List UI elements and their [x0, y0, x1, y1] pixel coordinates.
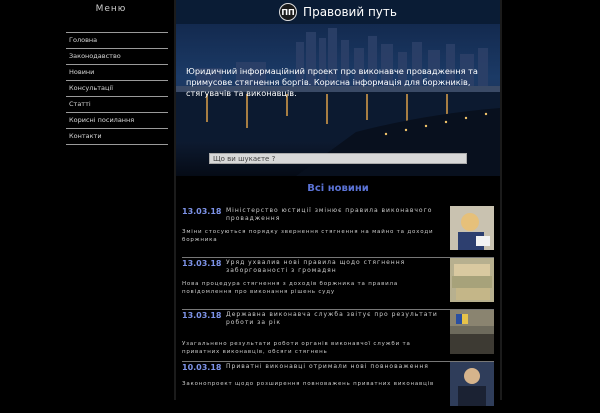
news-summary: Законопроект щодо розширення повноважень… [182, 381, 435, 387]
main-column: ПП Правовий путь Юридичний інформаційний… [174, 0, 502, 406]
news-summary: Зміни стосуються порядку звернення стягн… [182, 229, 434, 243]
sidebar-item-consultations[interactable]: Консультації [66, 81, 168, 97]
news-date: 13.03.18 [182, 207, 222, 216]
news-headline[interactable]: Міністерство юстиції змінює правила вико… [226, 207, 442, 223]
sidebar-item-news[interactable]: Новини [66, 65, 168, 81]
news-headline[interactable]: Державна виконавча служба звітує про рез… [226, 311, 442, 327]
news-thumbnail[interactable] [450, 310, 494, 354]
news-item[interactable]: 10.03.18 Приватні виконавці отримали нов… [182, 362, 494, 413]
sidebar-item-links[interactable]: Корисні посилання [66, 113, 168, 129]
news-summary: Нова процедура стягнення з доходів боржн… [182, 281, 399, 295]
sidebar-title: Меню [95, 4, 127, 14]
news-headline[interactable]: Уряд ухвалив нові правила щодо стягнення… [226, 259, 442, 275]
news-item[interactable]: 13.03.18 Уряд ухвалив нові правила щодо … [182, 258, 494, 310]
site-logo[interactable]: ПП [279, 3, 298, 21]
site-header: ПП Правовий путь [176, 0, 500, 24]
news-item[interactable]: 13.03.18 Міністерство юстиції змінює пра… [182, 206, 494, 258]
hero-description: Юридичний інформаційний проект про викон… [186, 66, 478, 98]
all-news-link[interactable]: Всі новини [176, 183, 500, 194]
news-summary: Узагальнено результати роботи органів ви… [182, 341, 411, 355]
news-date: 13.03.18 [182, 259, 222, 268]
sidebar-item-home[interactable]: Головна [66, 32, 168, 49]
news-thumbnail[interactable] [450, 258, 494, 302]
site-title[interactable]: Правовий путь [303, 5, 397, 19]
news-headline[interactable]: Приватні виконавці отримали нові повнова… [226, 363, 442, 371]
news-date: 10.03.18 [182, 363, 222, 372]
news-thumbnail[interactable] [450, 362, 494, 406]
search-input[interactable] [209, 153, 467, 164]
news-date: 13.03.18 [182, 311, 222, 320]
sidebar: Меню Головна Законодавство Новини Консул… [64, 0, 168, 400]
sidebar-item-contacts[interactable]: Контакти [66, 129, 168, 145]
news-item[interactable]: 13.03.18 Державна виконавча служба звіту… [182, 310, 494, 362]
news-list: 13.03.18 Міністерство юстиції змінює пра… [182, 206, 494, 413]
sidebar-item-articles[interactable]: Статті [66, 97, 168, 113]
sidebar-menu: Головна Законодавство Новини Консультаці… [66, 32, 168, 145]
sidebar-item-legislation[interactable]: Законодавство [66, 49, 168, 65]
news-thumbnail[interactable] [450, 206, 494, 250]
